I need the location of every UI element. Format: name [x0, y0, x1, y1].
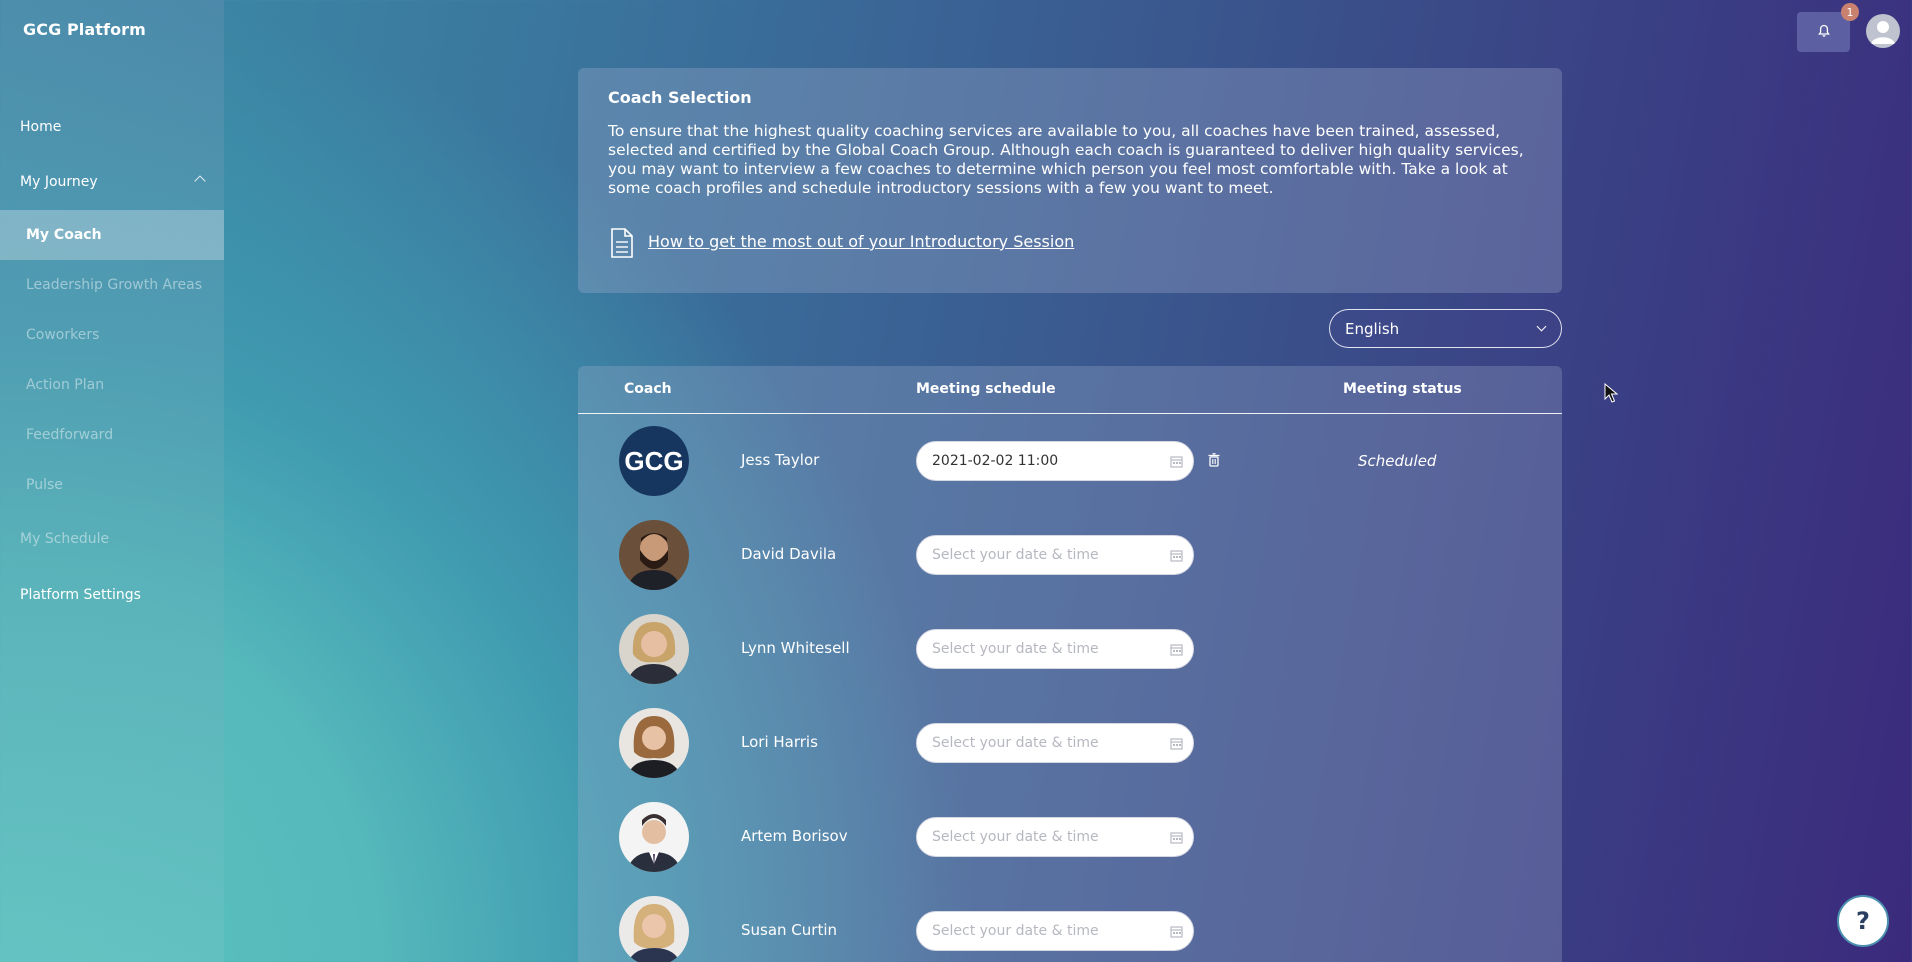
- column-header-meeting-status: Meeting status: [1343, 381, 1462, 397]
- mouse-cursor-icon: [1604, 382, 1619, 407]
- meeting-datetime-value: 2021-02-02 11:00: [932, 453, 1059, 469]
- sidebar-item-home[interactable]: Home: [0, 105, 224, 149]
- meeting-datetime-input[interactable]: Select your date & time: [916, 723, 1194, 763]
- sidebar-item-label: Action Plan: [26, 377, 105, 393]
- sidebar-item-label: My Coach: [26, 227, 102, 243]
- coach-name: David Davila: [741, 545, 837, 563]
- help-button[interactable]: ?: [1837, 895, 1889, 947]
- meeting-status: Scheduled: [1358, 452, 1437, 470]
- column-header-meeting-schedule: Meeting schedule: [916, 381, 1056, 397]
- meeting-datetime-input[interactable]: Select your date & time: [916, 535, 1194, 575]
- meeting-datetime-placeholder: Select your date & time: [932, 641, 1099, 657]
- table-row: Susan Curtin Select your date & time: [578, 884, 1562, 962]
- calendar-icon: [1170, 831, 1183, 848]
- chevron-down-icon: [1536, 321, 1547, 332]
- table-row: Lynn Whitesell Select your date & time: [578, 602, 1562, 696]
- notifications-button[interactable]: [1797, 12, 1850, 52]
- coach-name: Artem Borisov: [741, 827, 848, 845]
- meeting-datetime-input[interactable]: 2021-02-02 11:00: [916, 441, 1194, 481]
- meeting-datetime-placeholder: Select your date & time: [932, 829, 1099, 845]
- notification-badge: 1: [1841, 3, 1859, 21]
- coach-avatar[interactable]: [619, 802, 689, 872]
- user-icon: [1871, 21, 1895, 44]
- coach-logo-gcg[interactable]: GCG: [619, 426, 689, 496]
- coach-name: Jess Taylor: [741, 451, 820, 469]
- user-avatar[interactable]: [1866, 14, 1900, 48]
- introductory-session-guide-link[interactable]: How to get the most out of your Introduc…: [648, 232, 1074, 251]
- sidebar-item-my-coach[interactable]: My Coach: [0, 210, 224, 260]
- meeting-datetime-input[interactable]: Select your date & time: [916, 817, 1194, 857]
- sidebar: GCG Platform Home My Journey My Coach Le…: [0, 0, 224, 962]
- coach-avatar[interactable]: [619, 896, 689, 962]
- bell-icon: [1817, 23, 1831, 42]
- language-select[interactable]: English: [1329, 309, 1562, 348]
- card-description: To ensure that the highest quality coach…: [608, 122, 1524, 197]
- column-header-coach: Coach: [624, 381, 672, 397]
- calendar-icon: [1170, 643, 1183, 660]
- meeting-datetime-input[interactable]: Select your date & time: [916, 629, 1194, 669]
- calendar-icon: [1170, 455, 1183, 472]
- sidebar-item-my-schedule[interactable]: My Schedule: [0, 517, 224, 561]
- sidebar-item-label: Platform Settings: [20, 587, 141, 603]
- sidebar-item-label: My Schedule: [20, 531, 110, 547]
- sidebar-item-coworkers[interactable]: Coworkers: [0, 313, 224, 357]
- coach-name: Susan Curtin: [741, 921, 838, 939]
- table-row: David Davila Select your date & time: [578, 508, 1562, 602]
- table-row: Lori Harris Select your date & time: [578, 696, 1562, 790]
- calendar-icon: [1170, 925, 1183, 942]
- meeting-datetime-input[interactable]: Select your date & time: [916, 911, 1194, 951]
- sidebar-item-label: Coworkers: [26, 327, 100, 343]
- sidebar-item-label: Feedforward: [26, 427, 114, 443]
- sidebar-item-label: Pulse: [26, 477, 63, 493]
- coach-avatar[interactable]: [619, 614, 689, 684]
- table-row: GCG Jess Taylor 2021-02-02 11:00 Schedul…: [578, 414, 1562, 508]
- calendar-icon: [1170, 549, 1183, 566]
- sidebar-item-action-plan[interactable]: Action Plan: [0, 363, 224, 407]
- meeting-datetime-placeholder: Select your date & time: [932, 735, 1099, 751]
- sidebar-item-leadership-growth-areas[interactable]: Leadership Growth Areas: [0, 263, 224, 307]
- app-title: GCG Platform: [23, 20, 146, 39]
- meeting-datetime-placeholder: Select your date & time: [932, 923, 1099, 939]
- coach-name: Lori Harris: [741, 733, 818, 751]
- meeting-datetime-placeholder: Select your date & time: [932, 547, 1099, 563]
- logo-text: GCG: [624, 446, 683, 476]
- calendar-icon: [1170, 737, 1183, 754]
- help-label: ?: [1856, 907, 1870, 935]
- coach-name: Lynn Whitesell: [741, 639, 850, 657]
- sidebar-item-platform-settings[interactable]: Platform Settings: [0, 573, 224, 617]
- sidebar-item-feedforward[interactable]: Feedforward: [0, 413, 224, 457]
- coach-selection-card: Coach Selection To ensure that the highe…: [578, 68, 1562, 293]
- language-selected-value: English: [1345, 319, 1400, 338]
- coach-avatar[interactable]: [619, 708, 689, 778]
- sidebar-item-label: Home: [20, 119, 62, 135]
- table-row: Artem Borisov Select your date & time: [578, 790, 1562, 884]
- coach-table: Coach Meeting schedule Meeting status GC…: [578, 366, 1562, 962]
- sidebar-item-my-journey[interactable]: My Journey: [0, 160, 224, 204]
- chevron-up-icon: [194, 175, 206, 187]
- document-icon: [610, 228, 634, 262]
- coach-avatar[interactable]: [619, 520, 689, 590]
- sidebar-item-label: Leadership Growth Areas: [26, 277, 203, 293]
- sidebar-item-pulse[interactable]: Pulse: [0, 463, 224, 507]
- table-header: Coach Meeting schedule Meeting status: [578, 366, 1562, 414]
- delete-meeting-icon[interactable]: [1208, 452, 1220, 471]
- sidebar-item-label: My Journey: [20, 174, 98, 190]
- card-title: Coach Selection: [608, 88, 752, 107]
